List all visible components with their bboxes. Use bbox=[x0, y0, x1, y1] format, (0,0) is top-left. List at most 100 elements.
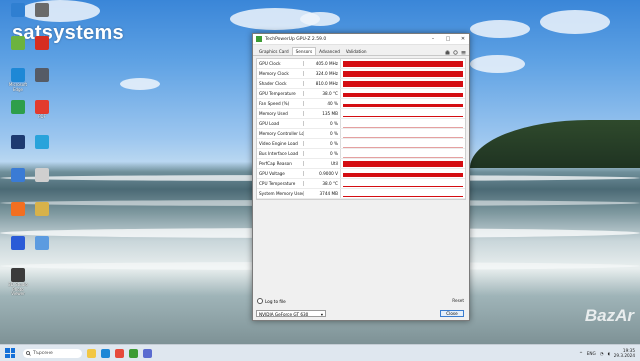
desktop-icon[interactable] bbox=[30, 68, 54, 83]
sensor-graph bbox=[343, 110, 463, 117]
sensor-row: Bus Interface Load 0 % bbox=[257, 149, 465, 159]
desktop-icon[interactable] bbox=[6, 135, 30, 150]
sensor-label[interactable]: GPU Voltage bbox=[257, 171, 303, 176]
sensor-label[interactable]: PerfCap Reason bbox=[257, 161, 303, 166]
desktop-icon[interactable] bbox=[6, 36, 30, 51]
sensor-graph-bar bbox=[343, 103, 463, 107]
desktop-icon[interactable] bbox=[30, 3, 54, 18]
sensor-label[interactable]: Memory Controller Load bbox=[257, 131, 303, 136]
tab-sensors[interactable]: Sensors bbox=[291, 47, 317, 55]
gpu-select[interactable]: NVIDIA GeForce GT 630 ▾ bbox=[256, 310, 326, 317]
desktop-icon[interactable]: PDF bbox=[30, 100, 54, 120]
menu-icon[interactable] bbox=[461, 50, 466, 55]
log-to-file-label: Log to file bbox=[265, 298, 286, 304]
language-indicator[interactable]: ENG bbox=[587, 351, 596, 356]
sensor-value: 0 % bbox=[308, 119, 341, 128]
log-to-file-option[interactable]: Log to file bbox=[257, 298, 286, 304]
desktop-icon[interactable] bbox=[30, 168, 54, 183]
sensor-row: CPU Temperature 38.0 °C bbox=[257, 179, 465, 189]
sensor-label[interactable]: GPU Temperature bbox=[257, 91, 303, 96]
desktop-icon[interactable] bbox=[30, 202, 54, 217]
app-icon[interactable] bbox=[115, 348, 124, 358]
sensor-label[interactable]: Shader Clock bbox=[257, 81, 303, 86]
chevron-up-icon[interactable]: ^ bbox=[579, 351, 583, 356]
sensor-value: 135 MB bbox=[308, 109, 341, 118]
sensor-graph bbox=[343, 90, 463, 97]
desktop-icon-image bbox=[35, 202, 49, 216]
file-explorer-icon[interactable] bbox=[87, 348, 96, 358]
headland bbox=[470, 120, 640, 168]
tab-validation[interactable]: Validation bbox=[343, 48, 370, 55]
sensor-graph bbox=[343, 100, 463, 107]
desktop-icon[interactable] bbox=[6, 3, 30, 18]
sensor-label[interactable]: GPU Load bbox=[257, 121, 303, 126]
search-box[interactable]: Търсене bbox=[23, 348, 82, 358]
desktop-icon[interactable] bbox=[30, 135, 54, 150]
sensor-graph bbox=[343, 120, 463, 127]
sensor-row: Memory Clock 324.0 MHz bbox=[257, 69, 465, 79]
desktop-icon-image bbox=[11, 236, 25, 250]
sensor-graph bbox=[343, 160, 463, 167]
sensor-graph-bar bbox=[343, 93, 463, 97]
desktop-icon[interactable] bbox=[6, 168, 30, 183]
clock[interactable]: 19:35 29.3.2024 bbox=[614, 348, 635, 358]
sensor-label[interactable]: CPU Temperature bbox=[257, 181, 303, 186]
wifi-icon[interactable]: ◔ bbox=[600, 351, 604, 356]
desktop-icon[interactable] bbox=[6, 202, 30, 217]
desktop-icon-image bbox=[11, 135, 25, 149]
desktop-icon-image bbox=[11, 100, 25, 114]
reset-button[interactable]: Reset bbox=[452, 298, 464, 303]
sensor-value: 40 % bbox=[308, 99, 341, 108]
sensor-label[interactable]: GPU Clock bbox=[257, 61, 303, 66]
app-icon[interactable] bbox=[143, 348, 152, 358]
tab-graphics-card[interactable]: Graphics Card bbox=[256, 48, 292, 55]
tab-advanced[interactable]: Advanced bbox=[316, 48, 343, 55]
sensor-graph-baseline bbox=[343, 146, 463, 147]
desktop-icon-image bbox=[35, 100, 49, 114]
desktop-icon[interactable]: 3D Studio Photo Viewer bbox=[6, 268, 30, 297]
title-bar[interactable]: TechPowerUp GPU-Z 2.59.0 – □ ✕ bbox=[253, 34, 469, 45]
sensor-graph-bar bbox=[343, 160, 463, 167]
desktop-icon[interactable] bbox=[30, 236, 54, 251]
close-window-button[interactable]: ✕ bbox=[457, 34, 469, 44]
desktop-icon-image bbox=[35, 36, 49, 50]
sensor-label[interactable]: Video Engine Load bbox=[257, 141, 303, 146]
cloud bbox=[300, 12, 340, 26]
start-button[interactable] bbox=[5, 348, 15, 358]
gpuz-app-icon bbox=[256, 36, 262, 42]
sensor-graph-baseline bbox=[343, 136, 463, 137]
desktop-icon-image bbox=[35, 236, 49, 250]
camera-icon[interactable] bbox=[445, 50, 450, 55]
sensor-graph bbox=[343, 130, 463, 137]
sensor-graph bbox=[343, 70, 463, 77]
sensor-list: GPU Clock 405.0 MHz Memory Clock 324.0 MHz S… bbox=[256, 58, 466, 200]
sensor-row: GPU Voltage 0.9000 V bbox=[257, 169, 465, 179]
sensor-graph-bar bbox=[343, 116, 463, 117]
edge-icon[interactable] bbox=[101, 348, 110, 358]
volume-icon[interactable]: ◖ bbox=[607, 351, 609, 356]
sensor-label[interactable]: Fan Speed (%) bbox=[257, 101, 303, 106]
refresh-icon[interactable] bbox=[453, 50, 458, 55]
maximize-button[interactable]: □ bbox=[442, 34, 454, 44]
desktop-icon[interactable] bbox=[6, 236, 30, 251]
gpuz-taskbar-icon[interactable] bbox=[129, 348, 138, 358]
sensor-graph-bar bbox=[343, 61, 463, 67]
desktop-icon[interactable] bbox=[30, 36, 54, 51]
desktop-icon[interactable]: Microsoft Edge bbox=[6, 68, 30, 92]
desktop-icon-image bbox=[11, 36, 25, 50]
sensor-row: Memory Used 135 MB bbox=[257, 109, 465, 119]
sensor-label[interactable]: Bus Interface Load bbox=[257, 151, 303, 156]
log-to-file-checkbox[interactable] bbox=[257, 298, 263, 304]
minimize-button[interactable]: – bbox=[427, 34, 439, 44]
sensor-label[interactable]: Memory Clock bbox=[257, 71, 303, 76]
cloud bbox=[470, 20, 530, 38]
desktop-icon-label: Microsoft Edge bbox=[8, 82, 28, 92]
window-footer: Log to file Reset NVIDIA GeForce GT 630 … bbox=[253, 298, 469, 320]
gpuz-window: TechPowerUp GPU-Z 2.59.0 – □ ✕ Graphics … bbox=[252, 33, 470, 321]
close-button[interactable]: Close bbox=[440, 310, 464, 317]
sensor-label[interactable]: Memory Used bbox=[257, 111, 303, 116]
sensor-graph bbox=[343, 60, 463, 67]
cloud bbox=[470, 55, 525, 73]
desktop-icon[interactable] bbox=[6, 100, 30, 115]
sensor-label[interactable]: System Memory Used bbox=[257, 191, 303, 196]
